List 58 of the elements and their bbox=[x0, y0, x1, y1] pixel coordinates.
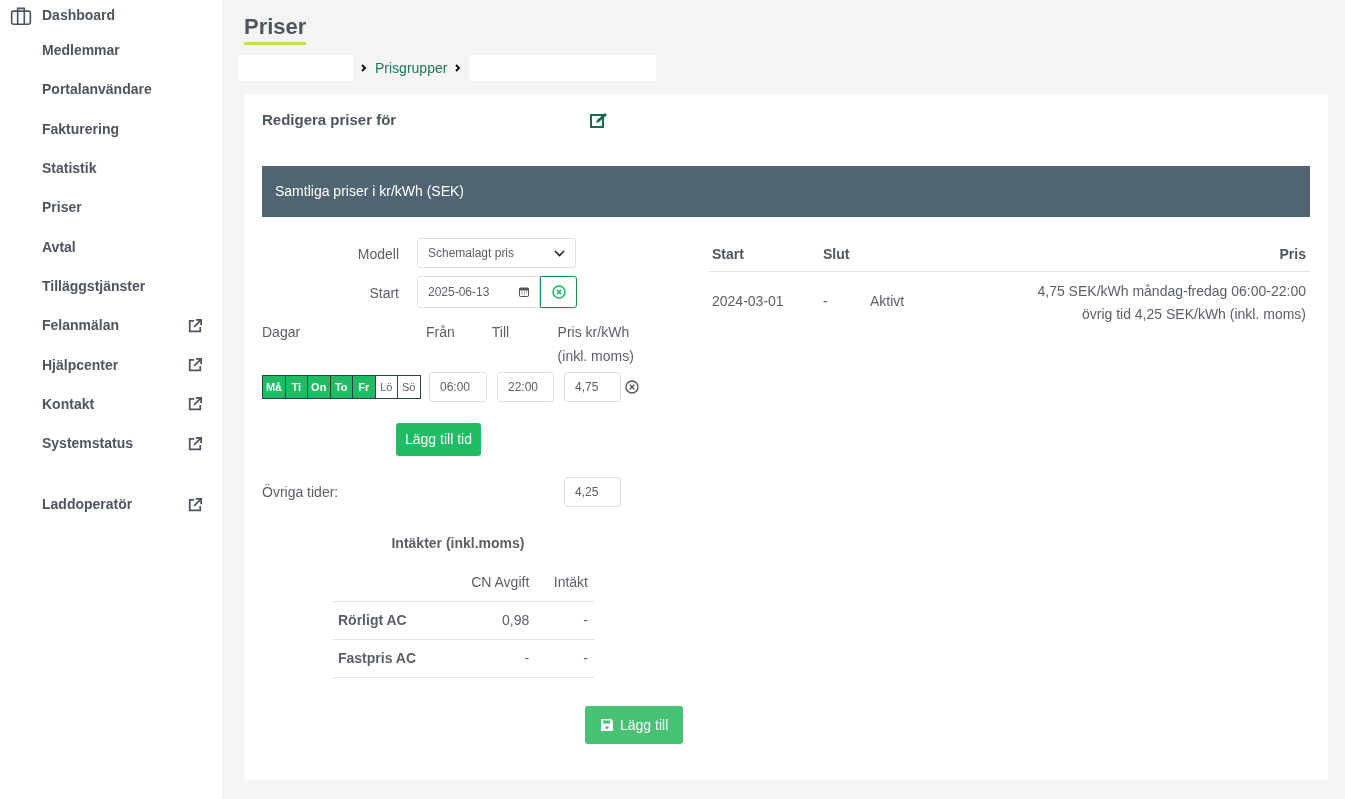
time-field[interactable]: 22:00 bbox=[497, 372, 554, 403]
column-header: Intäkt bbox=[535, 564, 594, 602]
briefcase-icon bbox=[10, 5, 32, 26]
column-header: Pris kr/kWh (inkl. moms) bbox=[557, 323, 635, 367]
page-title: Priser bbox=[244, 14, 307, 46]
form-label: Modell bbox=[356, 244, 400, 264]
column-header: Från bbox=[426, 323, 456, 343]
day-toggle[interactable]: Lö bbox=[374, 375, 398, 400]
column-header: Dagar bbox=[262, 323, 302, 343]
sidebar-item[interactable]: Tilläggstjänster bbox=[0, 266, 222, 307]
table-cell: 4,75 SEK/kWh måndag-fredag 06:00-22:00 övrig tid 4,25 SEK/kWh (inkl. moms) bbox=[924, 271, 1310, 335]
sidebar-item[interactable]: Felanmälan bbox=[0, 306, 222, 346]
table-cell: 2024-03-01 bbox=[708, 271, 819, 335]
sidebar-item[interactable]: Fakturering bbox=[0, 109, 222, 149]
column-header: Till bbox=[491, 323, 511, 343]
calendar-icon bbox=[519, 287, 529, 298]
table-cell: - bbox=[535, 639, 594, 678]
sidebar-item[interactable]: Portalanvändare bbox=[0, 70, 222, 110]
sidebar-item[interactable]: Priser bbox=[0, 188, 222, 228]
row-header: Rörligt AC bbox=[332, 601, 447, 640]
row-header: Fastpris AC bbox=[332, 639, 447, 678]
column-header: Pris bbox=[924, 238, 1310, 272]
form-label: Övriga tider: bbox=[262, 482, 340, 502]
price-field[interactable]: 4,75 bbox=[564, 372, 621, 403]
day-toggle[interactable]: Sö bbox=[397, 375, 421, 400]
chevron-icon bbox=[361, 64, 367, 73]
table-cell: - bbox=[535, 601, 594, 640]
sidebar-item[interactable]: Hjälpcenter bbox=[0, 345, 222, 385]
edit-icon[interactable] bbox=[590, 112, 608, 129]
model-select[interactable]: Schemalagt pris bbox=[417, 238, 576, 269]
sidebar-item[interactable]: Dashboard bbox=[0, 0, 222, 31]
table-cell: Aktivt bbox=[866, 271, 925, 335]
table-cell: - bbox=[819, 271, 866, 335]
form-label: Start bbox=[368, 283, 400, 303]
column-header: Slut bbox=[819, 238, 866, 272]
chevron-down-icon bbox=[554, 249, 565, 257]
clear-date-button[interactable] bbox=[540, 276, 577, 309]
sidebar-item[interactable]: Avtal bbox=[0, 227, 222, 267]
price-field[interactable]: 4,25 bbox=[564, 477, 621, 508]
sidebar-item[interactable]: Statistik bbox=[0, 148, 222, 189]
clear-icon bbox=[551, 285, 566, 300]
breadcrumb-link[interactable]: Prisgrupper bbox=[375, 57, 448, 79]
remove-icon[interactable] bbox=[625, 380, 639, 395]
table-title: Intäkter (inkl.moms) bbox=[390, 534, 526, 554]
table-cell: 0,98 bbox=[446, 601, 536, 640]
save-icon bbox=[600, 718, 614, 733]
column-header: CN Avgift bbox=[446, 564, 536, 602]
sidebar-item[interactable]: Kontakt bbox=[0, 384, 222, 424]
date-field[interactable]: 2025-06-13 bbox=[417, 276, 540, 309]
time-field[interactable]: 06:00 bbox=[429, 372, 487, 403]
table-cell: - bbox=[446, 639, 536, 678]
chevron-icon bbox=[455, 64, 462, 73]
sidebar-item[interactable]: Medlemmar bbox=[0, 31, 222, 71]
column-header: Start bbox=[708, 238, 819, 272]
sidebar-item[interactable]: Systemstatus bbox=[0, 423, 222, 464]
info-banner: Samtliga priser i kr/kWh (SEK) bbox=[262, 166, 1310, 218]
sidebar-item[interactable]: Laddoperatör bbox=[0, 485, 222, 525]
card-heading: Redigera priser för bbox=[262, 110, 398, 131]
